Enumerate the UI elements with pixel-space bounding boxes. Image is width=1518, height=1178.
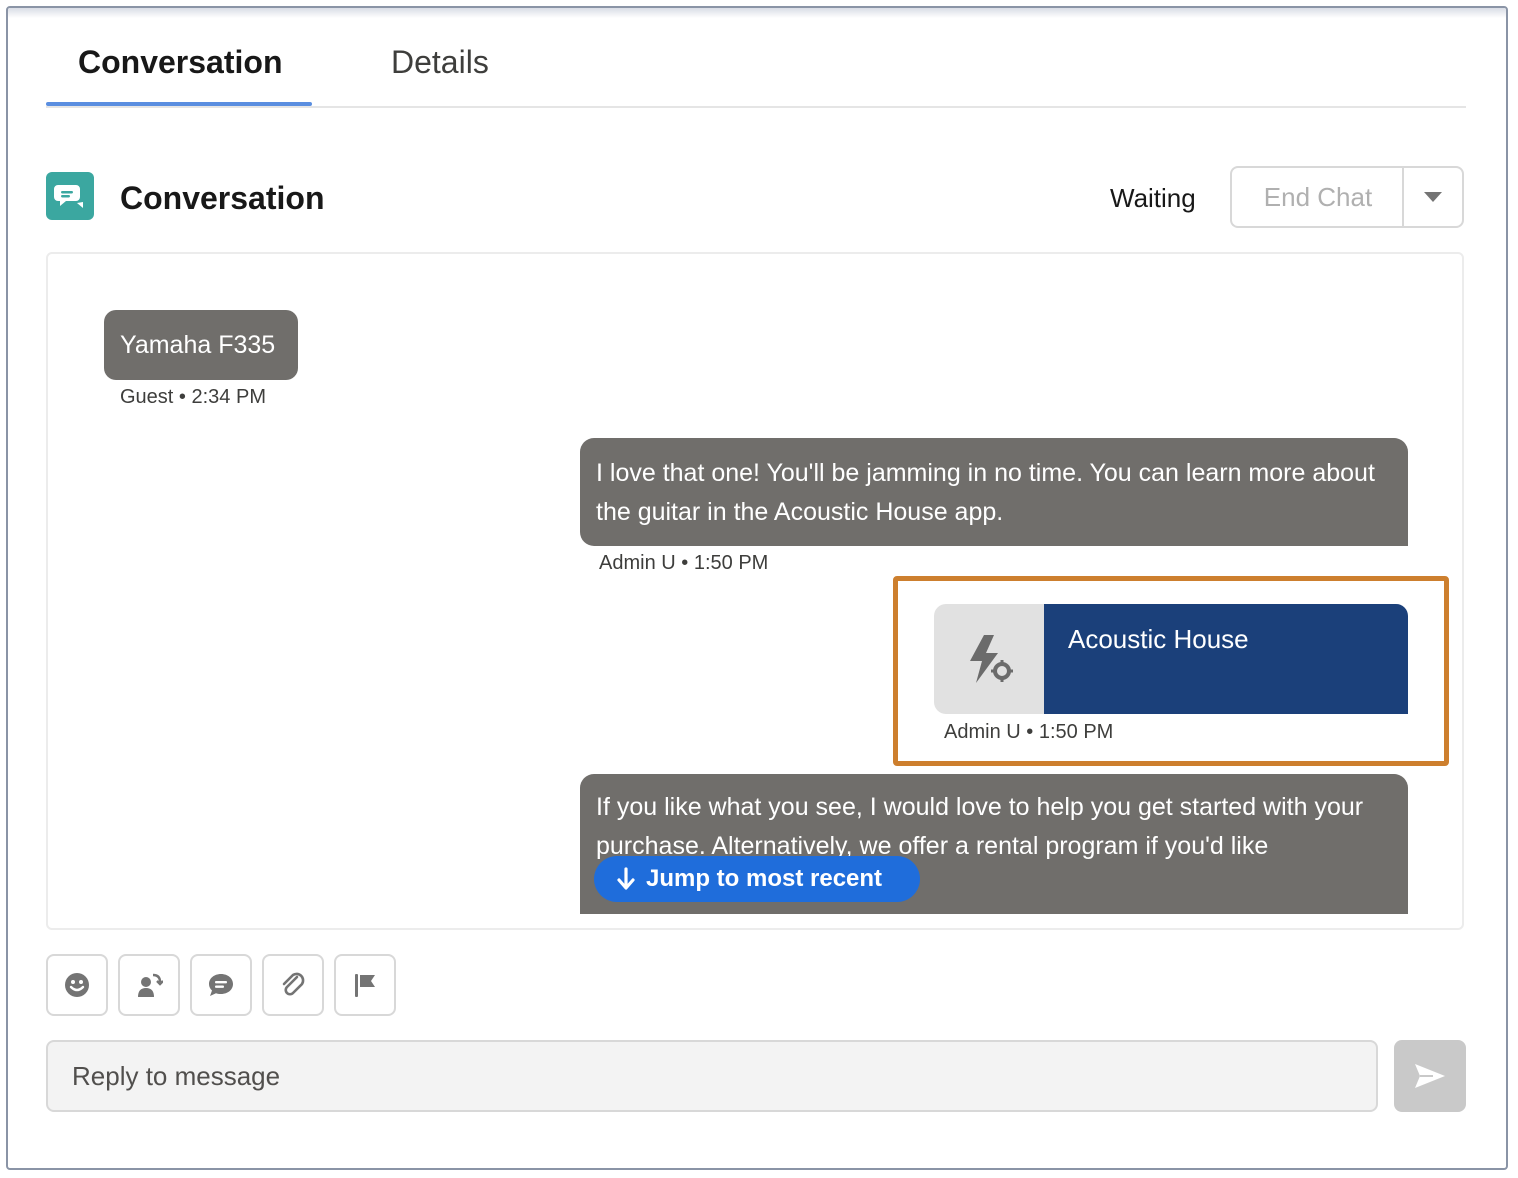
end-chat-button[interactable]: End Chat: [1230, 166, 1404, 228]
transfer-button[interactable]: [118, 954, 180, 1016]
reply-input[interactable]: [46, 1040, 1378, 1112]
emoji-button[interactable]: [46, 954, 108, 1016]
guest-message-bubble: Yamaha F335: [104, 310, 298, 380]
attach-button[interactable]: [262, 954, 324, 1016]
arrow-down-icon: [617, 867, 635, 890]
chat-panel-frame: Conversation Details Conversation Waitin…: [6, 6, 1508, 1170]
highlight-box: [893, 576, 1449, 766]
message-time: 2:34 PM: [191, 386, 266, 408]
meta-separator: •: [681, 552, 689, 574]
message-time: 1:50 PM: [693, 552, 769, 574]
jump-to-recent-button[interactable]: Jump to most recent: [594, 856, 920, 902]
message-sender: Admin U: [599, 552, 676, 574]
message-meta: Admin U • 1:50 PM: [599, 552, 768, 575]
emoji-icon: [65, 973, 89, 997]
jump-label: Jump to most recent: [646, 865, 883, 892]
quick-text-button[interactable]: [190, 954, 252, 1016]
end-chat-menu-button[interactable]: [1402, 166, 1464, 228]
attachment-icon: [282, 972, 305, 996]
chevron-down-icon: [1424, 192, 1442, 202]
transfer-icon: [138, 973, 163, 997]
message-text: Yamaha F335: [120, 330, 276, 359]
conversation-title: Conversation: [120, 180, 325, 216]
message-list[interactable]: Yamaha F335 Guest • 2:34 PM I love that …: [46, 252, 1464, 930]
message-meta: Guest • 2:34 PM: [120, 386, 266, 409]
send-icon: [1415, 1064, 1445, 1088]
active-tab-indicator: [46, 102, 312, 106]
tab-conversation[interactable]: Conversation: [78, 44, 282, 81]
send-button[interactable]: [1394, 1040, 1466, 1112]
quick-text-icon: [209, 974, 233, 996]
message-sender: Guest: [120, 386, 174, 408]
message-text: I love that one! You'll be jamming in no…: [596, 459, 1375, 526]
flag-button[interactable]: [334, 954, 396, 1016]
agent-message-bubble: I love that one! You'll be jamming in no…: [580, 438, 1408, 546]
meta-separator: •: [178, 386, 186, 408]
status-text: Waiting: [1110, 183, 1196, 213]
chat-bubbles-icon: [46, 172, 94, 220]
message-text: If you like what you see, I would love t…: [596, 793, 1364, 860]
flag-icon: [355, 974, 375, 997]
tab-details[interactable]: Details: [391, 44, 489, 81]
tab-bar: Conversation Details: [46, 8, 1466, 108]
